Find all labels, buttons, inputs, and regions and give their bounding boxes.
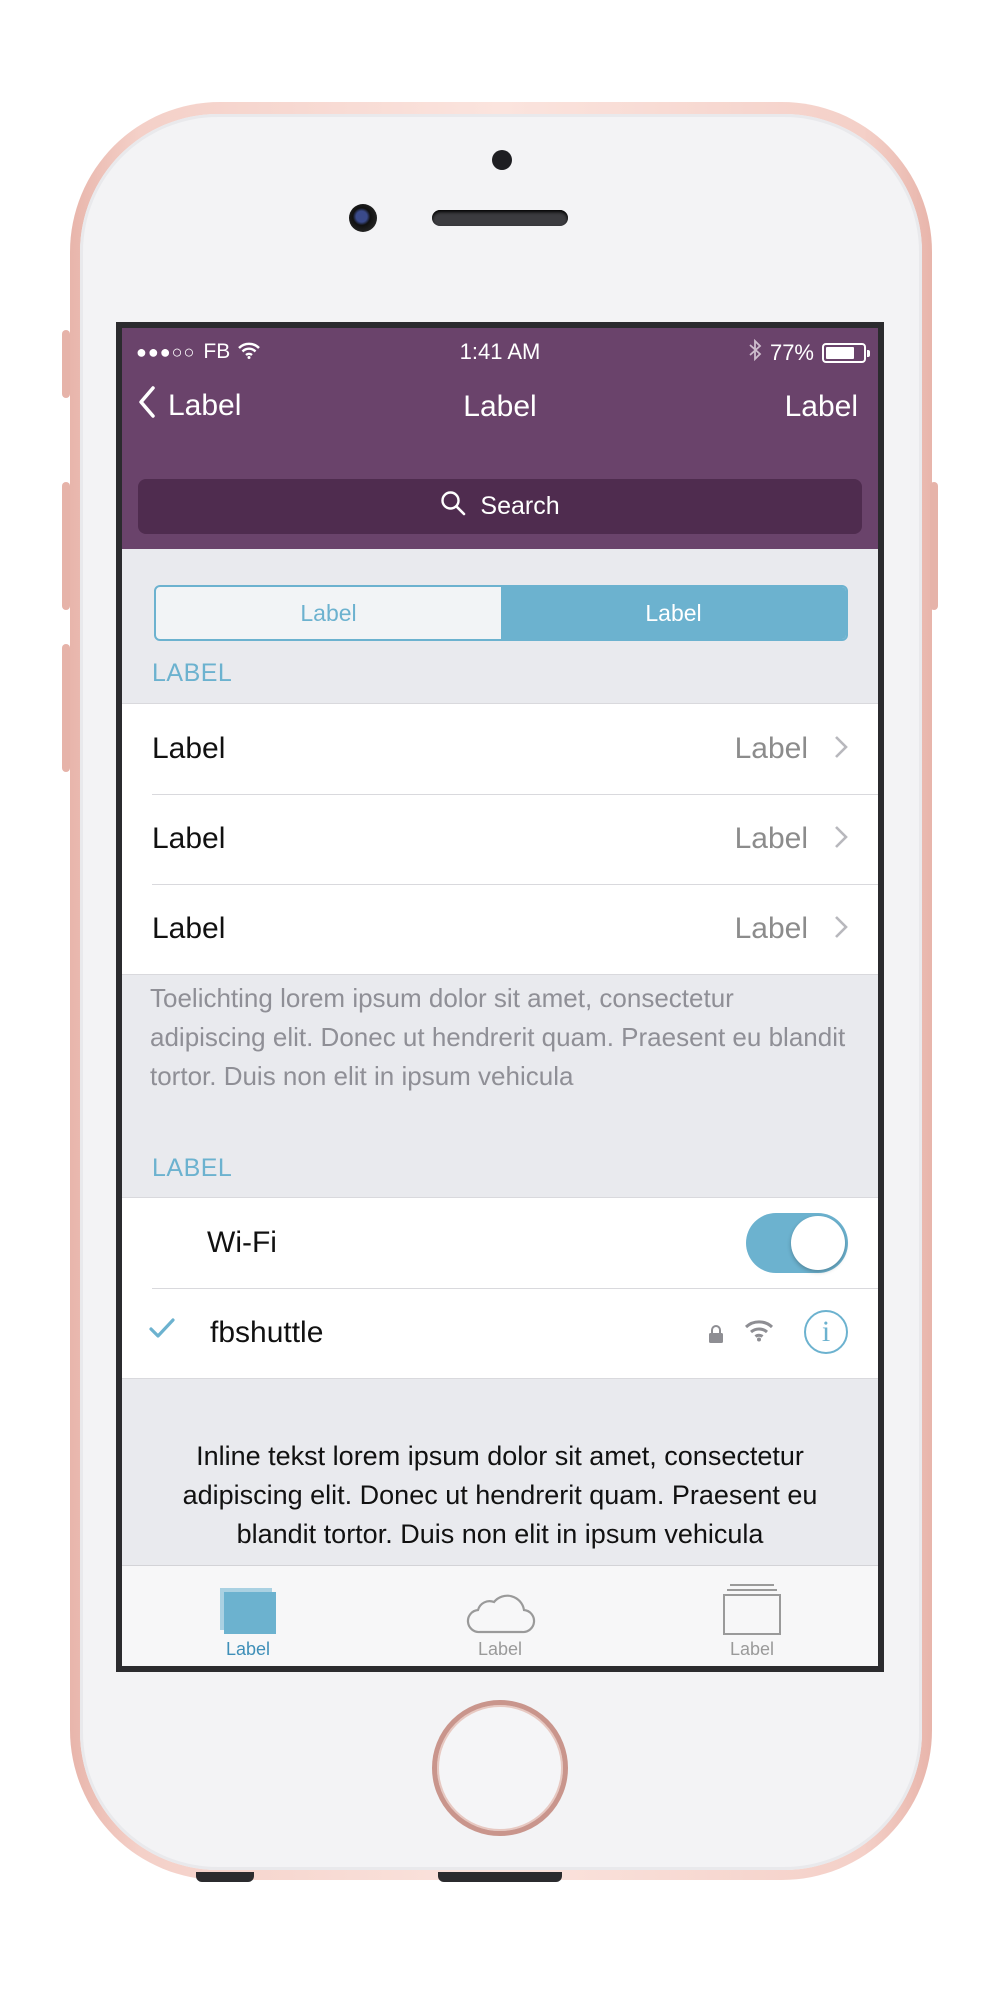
- tab-first[interactable]: Label: [122, 1566, 374, 1666]
- search-field[interactable]: Search: [138, 479, 862, 534]
- segment-second[interactable]: Label: [501, 587, 846, 639]
- wifi-row: Wi-Fi: [122, 1198, 878, 1288]
- tab-bar: Label Label Label: [122, 1565, 878, 1666]
- tab-label: Label: [729, 1639, 775, 1659]
- row-value: Label: [734, 912, 808, 945]
- battery-icon: [822, 343, 870, 363]
- stacked-windows-icon: [218, 1578, 278, 1636]
- nav-right-button[interactable]: Label: [785, 390, 858, 424]
- bluetooth-icon: [748, 338, 762, 367]
- battery-level-fill: [826, 347, 854, 359]
- row-value: Label: [734, 822, 808, 855]
- screen-bezel: ●●●○○ FB 1:41 AM 77% Label Label Label S…: [116, 322, 884, 1672]
- row-value: Label: [734, 732, 808, 765]
- inline-text: Inline tekst lorem ipsum dolor sit amet,…: [182, 1441, 818, 1549]
- list-row[interactable]: Label Label: [122, 794, 878, 884]
- tab-label: Label: [225, 1639, 271, 1659]
- lock-icon: [708, 1324, 724, 1349]
- row-title: Label: [152, 732, 226, 765]
- bottom-edge-left: [196, 1872, 254, 1882]
- network-row[interactable]: fbshuttle i: [122, 1288, 878, 1378]
- checkmark-icon: [148, 1316, 176, 1345]
- bottom-edge-center: [438, 1872, 562, 1882]
- section-header-2: LABEL: [152, 1154, 233, 1182]
- tab-label: Label: [477, 1639, 523, 1659]
- home-button[interactable]: [432, 1700, 568, 1836]
- segmented-control: Label Label: [154, 585, 848, 641]
- chevron-right-icon: [834, 915, 848, 944]
- mute-switch: [62, 330, 70, 398]
- section-1-list: Label Label Label Label Label Label: [122, 703, 878, 975]
- volume-up-button: [62, 482, 70, 610]
- status-right: 77%: [748, 338, 870, 367]
- search-placeholder: Search: [480, 492, 560, 520]
- section-header-1: LABEL: [152, 659, 233, 687]
- list-row[interactable]: Label Label: [122, 704, 878, 794]
- volume-down-button: [62, 644, 70, 772]
- cloud-icon: [464, 1578, 536, 1636]
- battery-tip: [867, 350, 870, 357]
- chevron-right-icon: [834, 735, 848, 764]
- wifi-toggle[interactable]: [746, 1213, 848, 1273]
- network-name: fbshuttle: [210, 1316, 324, 1349]
- toggle-knob: [791, 1216, 845, 1270]
- segment-first[interactable]: Label: [156, 587, 501, 639]
- wifi-signal-icon: [744, 1318, 774, 1347]
- app-display: ●●●○○ FB 1:41 AM 77% Label Label Label S…: [122, 328, 878, 1666]
- row-title: Label: [152, 822, 226, 855]
- search-icon: [440, 490, 466, 523]
- status-bar: ●●●○○ FB 1:41 AM 77%: [122, 328, 878, 372]
- folder-stack-icon: [722, 1578, 782, 1636]
- battery-percentage: 77%: [769, 340, 814, 365]
- row-title: Label: [152, 912, 226, 945]
- info-button[interactable]: i: [804, 1310, 848, 1354]
- nav-title: Label: [463, 390, 537, 423]
- chevron-right-icon: [834, 825, 848, 854]
- proximity-sensor: [492, 150, 512, 170]
- tab-third[interactable]: Label: [626, 1566, 878, 1666]
- section-2-list: Wi-Fi fbshuttle i: [122, 1197, 878, 1379]
- navigation-bar: ●●●○○ FB 1:41 AM 77% Label Label Label S…: [122, 328, 878, 549]
- section-1-footer: Toelichting lorem ipsum dolor sit amet, …: [150, 983, 846, 1091]
- wifi-label: Wi-Fi: [207, 1226, 277, 1259]
- earpiece-speaker: [432, 210, 568, 226]
- power-button: [930, 482, 938, 610]
- list-row[interactable]: Label Label: [122, 884, 878, 974]
- front-camera: [349, 204, 377, 232]
- tab-second[interactable]: Label: [374, 1566, 626, 1666]
